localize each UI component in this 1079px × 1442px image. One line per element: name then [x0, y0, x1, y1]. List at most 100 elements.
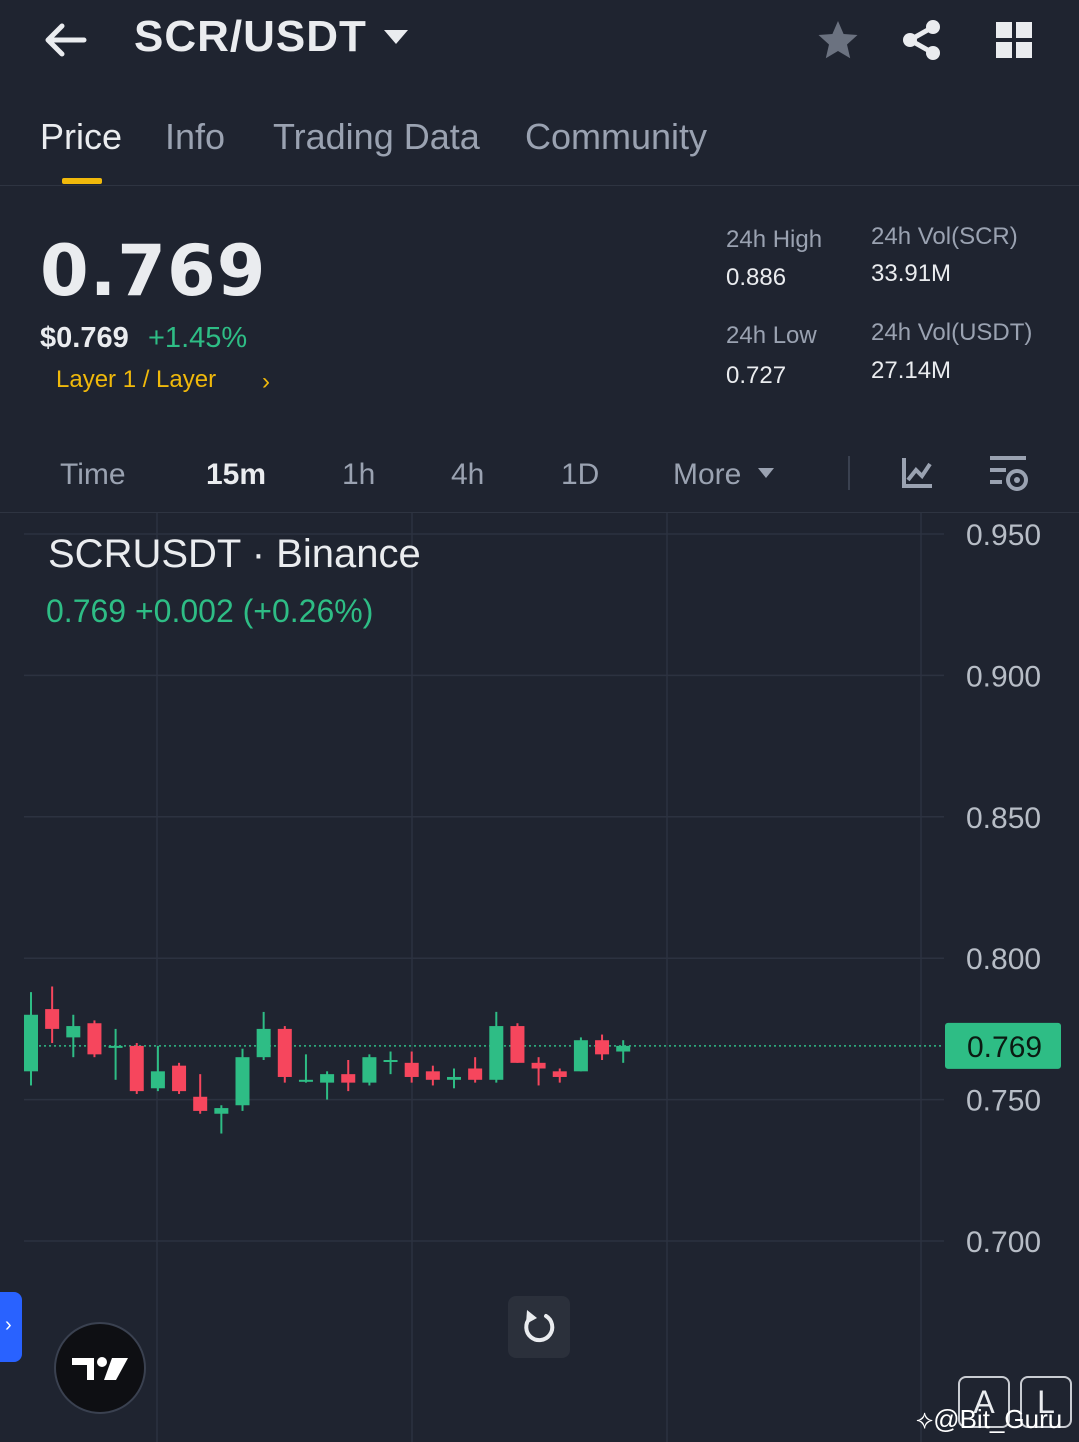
candle [66, 1014, 81, 1058]
candle-body [447, 1076, 461, 1080]
candle-body [108, 1045, 123, 1048]
diamond-logo-icon: ⟡ [916, 1404, 934, 1434]
y-tick-label: 0.950 [966, 519, 1041, 552]
interval-4h[interactable]: 4h [451, 458, 484, 492]
interval-1d[interactable]: 1D [561, 458, 599, 492]
candle-body [66, 1026, 81, 1038]
y-tick-label: 0.900 [966, 660, 1041, 693]
candle [24, 992, 38, 1086]
candle [277, 1026, 292, 1083]
interval-1h[interactable]: 1h [342, 458, 375, 492]
candle [320, 1071, 335, 1100]
tradingview-logo-icon [54, 1322, 146, 1414]
candle-body [510, 1026, 525, 1063]
candle-body [489, 1026, 504, 1080]
chevron-down-icon[interactable] [758, 468, 774, 478]
chart-grid-horizontal [24, 533, 944, 1242]
active-tab-indicator [62, 178, 102, 184]
last-price-tag: 0.769 [967, 1031, 1042, 1064]
candle [214, 1105, 229, 1134]
candle [489, 1011, 504, 1083]
candle [341, 1060, 356, 1092]
refresh-icon [524, 1310, 555, 1343]
candle-body [24, 1014, 38, 1072]
divider [0, 185, 1079, 186]
stat-vol-base-label: 24h Vol(SCR) [871, 223, 1018, 250]
candle-body [362, 1057, 377, 1083]
candle [193, 1074, 208, 1114]
y-tick-label: 0.850 [966, 802, 1041, 835]
candle [87, 1020, 102, 1058]
candle [45, 986, 60, 1044]
y-tick-label: 0.750 [966, 1085, 1041, 1118]
chart-ohlc-line: 0.769 +0.002 (+0.26%) [46, 593, 374, 629]
candle [531, 1057, 546, 1086]
candle [595, 1034, 610, 1061]
candle [573, 1037, 588, 1072]
pair-title[interactable]: SCR/USDT [134, 12, 367, 62]
candle-body [214, 1108, 229, 1114]
candle-body [87, 1023, 102, 1055]
chart-indicator-icon[interactable] [900, 454, 936, 490]
back-arrow-icon[interactable] [42, 18, 90, 62]
candle [552, 1068, 567, 1083]
candle-body [573, 1040, 588, 1072]
stat-low-value: 0.727 [726, 362, 787, 389]
candle-body [256, 1028, 271, 1058]
usd-price: $0.769 [40, 322, 129, 354]
candle-body [425, 1071, 440, 1080]
y-tick-label: 0.800 [966, 943, 1041, 976]
candle [298, 1054, 313, 1083]
candle-body [531, 1062, 546, 1069]
tab-trading-data[interactable]: Trading Data [273, 116, 480, 158]
candle-body [552, 1071, 567, 1077]
stat-vol-quote-value: 27.14M [871, 357, 952, 384]
stat-high-label: 24h High [726, 226, 823, 253]
tab-info[interactable]: Info [165, 116, 225, 158]
candle-body [383, 1060, 398, 1063]
chart-settings-icon[interactable] [988, 452, 1030, 494]
candle-body [404, 1062, 419, 1077]
candle-body [595, 1040, 610, 1055]
candle [510, 1023, 525, 1063]
star-icon[interactable] [816, 18, 860, 62]
share-icon[interactable] [900, 18, 944, 62]
tab-community[interactable]: Community [525, 116, 707, 158]
chevron-right-icon[interactable]: › [262, 368, 270, 396]
candle [383, 1051, 398, 1075]
candle [150, 1045, 165, 1092]
pair-dropdown-caret-icon[interactable] [384, 30, 408, 44]
interval-time[interactable]: Time [60, 458, 126, 492]
stat-vol-base-value: 33.91M [871, 260, 952, 287]
candle-body [193, 1096, 208, 1111]
interval-more[interactable]: More [673, 458, 741, 492]
candle [404, 1051, 419, 1083]
price-change-percent: +1.45% [148, 322, 248, 354]
candle [235, 1048, 250, 1111]
chart-candles [24, 986, 631, 1134]
candle-body [129, 1045, 144, 1092]
grid-icon[interactable] [994, 20, 1034, 60]
chart-symbol-title: SCRUSDT · Binance [48, 532, 421, 576]
candle [616, 1040, 631, 1063]
category-link[interactable]: Layer 1 / Layer [56, 366, 216, 394]
stat-high-value: 0.886 [726, 264, 787, 291]
candle [468, 1057, 483, 1083]
candle-body [298, 1079, 313, 1082]
candle-body [468, 1068, 483, 1080]
chevron-right-icon[interactable]: › [5, 1314, 12, 1337]
stat-low-label: 24h Low [726, 322, 817, 349]
candle [447, 1068, 461, 1089]
candle-body [320, 1074, 335, 1083]
candle-body [150, 1071, 165, 1089]
candle [129, 1043, 144, 1094]
last-price: 0.769 [40, 230, 267, 312]
interval-15m[interactable]: 15m [206, 458, 266, 492]
candle [108, 1028, 123, 1080]
y-tick-label: 0.700 [966, 1226, 1041, 1259]
candle-body [277, 1028, 292, 1077]
tab-price[interactable]: Price [40, 116, 122, 158]
candle [425, 1065, 440, 1086]
chart-y-axis: 0.950 0.900 0.850 0.800 0.750 0.700 [966, 519, 1041, 1259]
reset-chart-button[interactable] [508, 1296, 570, 1358]
